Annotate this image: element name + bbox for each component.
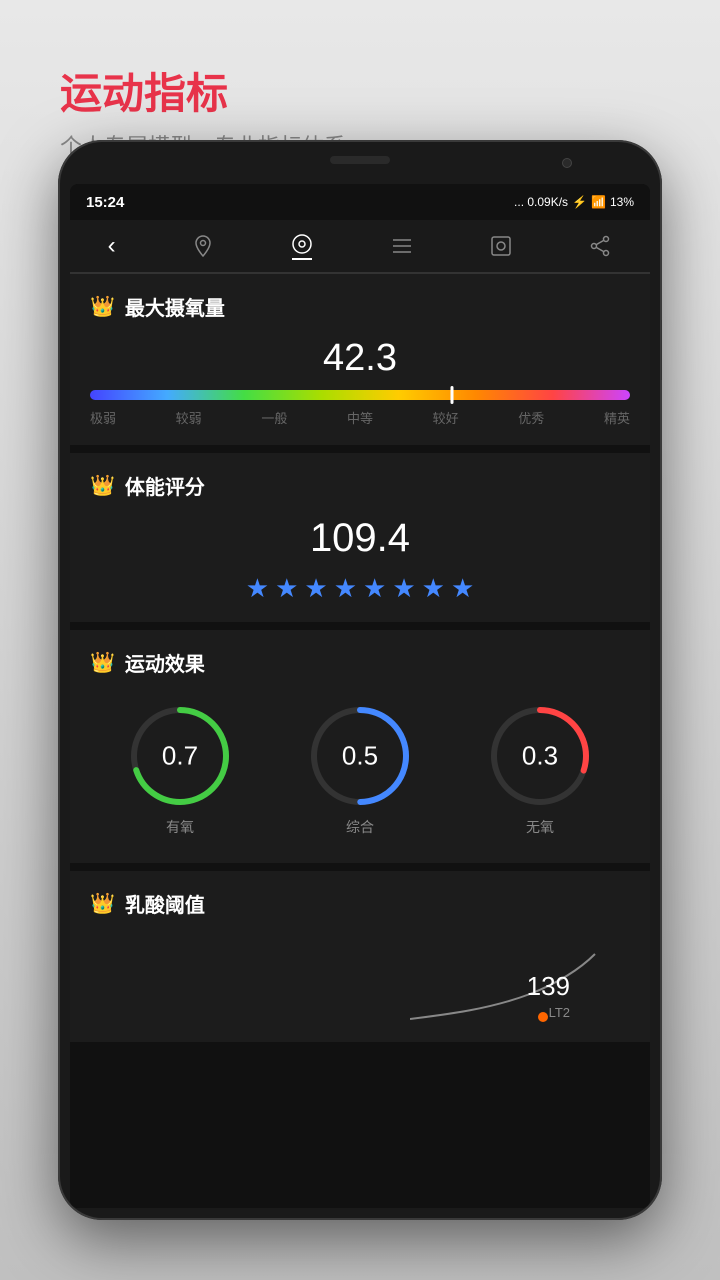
scale-label-2: 较弱 bbox=[176, 408, 202, 427]
comprehensive-label: 综合 bbox=[346, 817, 374, 837]
main-content[interactable]: 👑 最大摄氧量 42.3 极弱 较弱 一般 中等 较好 优秀 精英 bbox=[70, 274, 650, 1208]
star-7: ★ bbox=[422, 573, 445, 604]
vo2max-title: 最大摄氧量 bbox=[125, 292, 225, 321]
lactate-header: 👑 乳酸阈值 bbox=[90, 889, 630, 918]
rainbow-bar bbox=[90, 390, 630, 400]
effect-title: 运动效果 bbox=[125, 648, 205, 677]
network-status: ... 0.09K/s bbox=[514, 195, 568, 209]
lactate-dot bbox=[538, 1012, 548, 1022]
wifi-icon: 📶 bbox=[591, 195, 606, 209]
status-time: 15:24 bbox=[86, 194, 124, 211]
phone-camera bbox=[562, 158, 572, 168]
crown-icon-1: 👑 bbox=[90, 294, 115, 319]
crown-icon-2: 👑 bbox=[90, 473, 115, 498]
anaerobic-gauge: 0.3 bbox=[485, 701, 595, 811]
anaerobic-label: 无氧 bbox=[526, 817, 554, 837]
aerobic-gauge: 0.7 bbox=[125, 701, 235, 811]
aerobic-value: 0.7 bbox=[162, 741, 198, 772]
page-title: 运动指标 bbox=[60, 60, 346, 121]
scale-label-7: 精英 bbox=[604, 408, 630, 427]
fitness-score-value: 109.4 bbox=[90, 516, 630, 561]
scale-labels: 极弱 较弱 一般 中等 较好 优秀 精英 bbox=[90, 408, 630, 427]
comprehensive-gauge: 0.5 bbox=[305, 701, 415, 811]
fitness-title: 体能评分 bbox=[125, 471, 205, 500]
vo2max-bar-container bbox=[90, 390, 630, 400]
lactate-value: 139 bbox=[527, 971, 570, 1002]
list-nav-icon[interactable] bbox=[390, 234, 414, 258]
vo2max-header: 👑 最大摄氧量 bbox=[90, 292, 630, 321]
stars-row: ★ ★ ★ ★ ★ ★ ★ ★ bbox=[90, 573, 630, 604]
fitness-header: 👑 体能评分 bbox=[90, 471, 630, 500]
circle-nav-icon[interactable] bbox=[290, 232, 314, 260]
star-8: ★ bbox=[451, 573, 474, 604]
crown-icon-3: 👑 bbox=[90, 650, 115, 675]
star-2: ★ bbox=[275, 573, 298, 604]
vo2max-value: 42.3 bbox=[90, 337, 630, 380]
vo2max-section: 👑 最大摄氧量 42.3 极弱 较弱 一般 中等 较好 优秀 精英 bbox=[70, 274, 650, 445]
scale-label-1: 极弱 bbox=[90, 408, 116, 427]
phone-speaker bbox=[330, 156, 390, 164]
anaerobic-value: 0.3 bbox=[522, 741, 558, 772]
crown-icon-4: 👑 bbox=[90, 891, 115, 916]
aerobic-inner: 0.7 bbox=[162, 741, 198, 772]
comprehensive-circle-item: 0.5 综合 bbox=[305, 701, 415, 837]
rainbow-marker bbox=[450, 386, 453, 404]
bluetooth-icon: ⚡ bbox=[572, 195, 587, 209]
search-nav-icon[interactable] bbox=[489, 234, 513, 258]
status-bar: 15:24 ... 0.09K/s ⚡ 📶 13% bbox=[70, 184, 650, 220]
battery-status: 13% bbox=[610, 195, 634, 209]
aerobic-circle-item: 0.7 有氧 bbox=[125, 701, 235, 837]
back-button[interactable]: ‹ bbox=[108, 232, 116, 260]
map-nav-icon[interactable] bbox=[191, 234, 215, 258]
phone-screen: 15:24 ... 0.09K/s ⚡ 📶 13% ‹ bbox=[70, 184, 650, 1208]
comprehensive-inner: 0.5 bbox=[342, 741, 378, 772]
lactate-chart: 139 LT2 bbox=[90, 934, 630, 1024]
phone-side-button bbox=[661, 320, 662, 380]
status-right: ... 0.09K/s ⚡ 📶 13% bbox=[514, 195, 634, 209]
lactate-sub-label: LT2 bbox=[549, 1005, 570, 1020]
star-5: ★ bbox=[363, 573, 386, 604]
comprehensive-value: 0.5 bbox=[342, 741, 378, 772]
effect-header: 👑 运动效果 bbox=[90, 648, 630, 677]
nav-bar: ‹ bbox=[70, 220, 650, 274]
exercise-effect-section: 👑 运动效果 0.7 bbox=[70, 630, 650, 863]
scale-label-5: 较好 bbox=[433, 408, 459, 427]
star-6: ★ bbox=[392, 573, 415, 604]
star-4: ★ bbox=[334, 573, 357, 604]
share-nav-icon[interactable] bbox=[588, 234, 612, 258]
star-1: ★ bbox=[246, 573, 269, 604]
scale-label-3: 一般 bbox=[261, 408, 287, 427]
fitness-score-section: 👑 体能评分 109.4 ★ ★ ★ ★ ★ ★ ★ ★ bbox=[70, 453, 650, 622]
effect-circles: 0.7 有氧 0.5 bbox=[90, 693, 630, 845]
aerobic-label: 有氧 bbox=[166, 817, 194, 837]
anaerobic-inner: 0.3 bbox=[522, 741, 558, 772]
star-3: ★ bbox=[304, 573, 327, 604]
scale-label-4: 中等 bbox=[347, 408, 373, 427]
lactate-title: 乳酸阈值 bbox=[125, 889, 205, 918]
scale-label-6: 优秀 bbox=[518, 408, 544, 427]
lactate-section: 👑 乳酸阈值 139 LT2 bbox=[70, 871, 650, 1042]
phone-frame: 15:24 ... 0.09K/s ⚡ 📶 13% ‹ bbox=[58, 140, 662, 1220]
anaerobic-circle-item: 0.3 无氧 bbox=[485, 701, 595, 837]
